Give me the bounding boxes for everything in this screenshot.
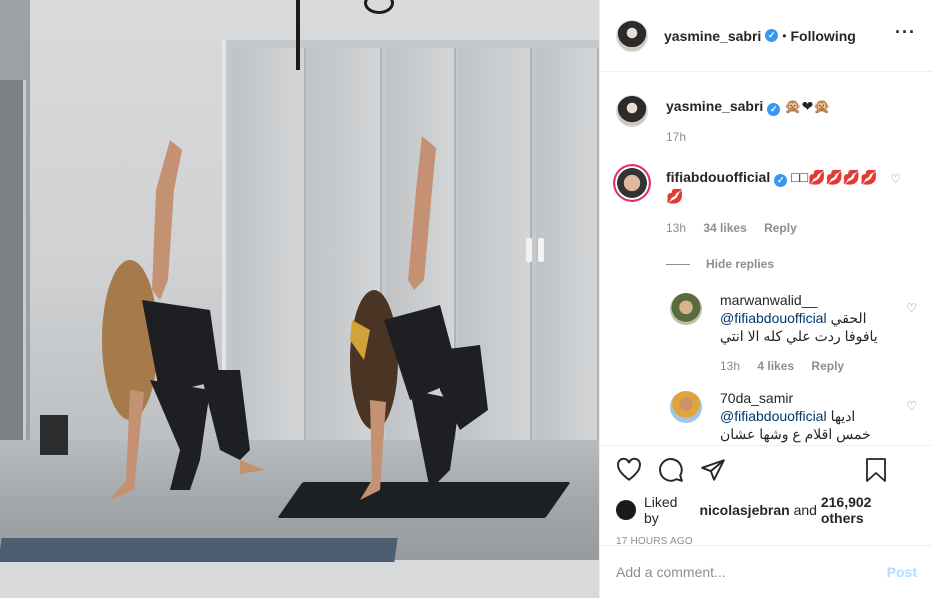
reply-text-b: يافوفا ردت علي كله الا انتي (720, 328, 878, 344)
reply-username[interactable]: 70da_samir (720, 389, 890, 407)
liked-by-mid: and (793, 502, 817, 518)
following-button[interactable]: Following (791, 28, 856, 44)
reply-username[interactable]: marwanwalid__ (720, 291, 890, 309)
photo-figure-right (350, 136, 488, 500)
caption-username[interactable]: yasmine_sabri (666, 98, 763, 114)
reply-mention[interactable]: @fifiabdouofficial (720, 407, 827, 425)
reply-time[interactable]: 13h (720, 359, 740, 373)
liked-by: Liked by nicolasjebran and 216,902 other… (616, 494, 917, 526)
reply-text-a: الحقي (830, 310, 867, 326)
photo-floor-light (0, 560, 599, 598)
commenter-avatar[interactable] (613, 164, 651, 202)
reply-text-b: خمس اقلام ع وشها عشان هي (720, 426, 871, 445)
separator-dot: • (782, 28, 787, 43)
reply-likes[interactable]: 4 likes (757, 359, 794, 373)
photo-window (0, 80, 26, 440)
photo-outlet (40, 415, 68, 455)
liked-by-prefix: Liked by (644, 494, 678, 526)
add-comment-input[interactable]: Add a comment... (616, 564, 887, 580)
post-sidebar: yasmine_sabri ✓ • Following ··· yasmine_… (599, 0, 932, 598)
reply-text-a: اديها (830, 408, 856, 424)
replier-avatar[interactable] (670, 391, 702, 423)
bookmark-icon[interactable] (865, 458, 887, 482)
comment-bubble-icon[interactable] (658, 457, 684, 483)
more-options-icon[interactable]: ··· (895, 23, 916, 41)
reply-item: 70da_samir @fifiabdouofficial اديها خمس … (670, 389, 917, 445)
verified-badge-icon: ✓ (774, 174, 788, 187)
like-reply-heart-icon[interactable]: ♡ (906, 399, 917, 413)
author-avatar[interactable] (616, 95, 648, 127)
reply-item: marwanwalid__ @fifiabdouofficial الحقي ي… (670, 291, 917, 375)
comments-list[interactable]: yasmine_sabri ✓ 🙊❤🙊 17h fifiabdouofficial… (600, 73, 932, 445)
photo-ring (364, 0, 394, 14)
author-avatar[interactable] (616, 19, 648, 52)
hide-replies-label: Hide replies (706, 257, 775, 271)
post-actions: Liked by nicolasjebran and 216,902 other… (600, 445, 932, 547)
verified-badge-icon: ✓ (767, 103, 781, 116)
post-photo[interactable] (0, 0, 599, 598)
hide-replies-line (666, 263, 690, 265)
comment-username[interactable]: fifiabdouofficial (666, 169, 770, 185)
like-comment-heart-icon[interactable]: ♡ (890, 172, 901, 186)
author-username[interactable]: yasmine_sabri (664, 28, 761, 44)
like-reply-heart-icon[interactable]: ♡ (906, 301, 917, 315)
reply-mention[interactable]: @fifiabdouofficial (720, 309, 827, 327)
comment-reply-button[interactable]: Reply (764, 221, 797, 235)
caption-time[interactable]: 17h (666, 130, 686, 144)
liker-avatar[interactable] (616, 500, 636, 520)
comment-likes[interactable]: 34 likes (703, 221, 746, 235)
verified-badge-icon: ✓ (765, 29, 779, 42)
liker-username[interactable]: nicolasjebran (699, 502, 789, 518)
post-comment-button[interactable]: Post (887, 564, 917, 580)
photo-rope (296, 0, 300, 70)
caption: yasmine_sabri ✓ 🙊❤🙊 17h (616, 95, 917, 146)
post-header: yasmine_sabri ✓ • Following ··· (600, 0, 932, 72)
replier-avatar[interactable] (670, 293, 702, 325)
like-heart-icon[interactable] (616, 457, 642, 483)
comment-item: fifiabdouofficial ✓ □□💋💋💋💋 💋 13h 34 likes… (613, 164, 917, 237)
caption-text: 🙊❤🙊 (784, 98, 831, 114)
yoga-mat-blue (0, 538, 398, 562)
add-comment-bar: Add a comment... Post (600, 545, 932, 598)
hide-replies-button[interactable]: Hide replies (666, 257, 917, 271)
comment-time[interactable]: 13h (666, 221, 686, 235)
photo-figure-left (102, 140, 265, 500)
reply-reply-button[interactable]: Reply (811, 359, 844, 373)
share-paper-plane-icon[interactable] (700, 457, 726, 483)
likes-count[interactable]: 216,902 others (821, 494, 917, 526)
